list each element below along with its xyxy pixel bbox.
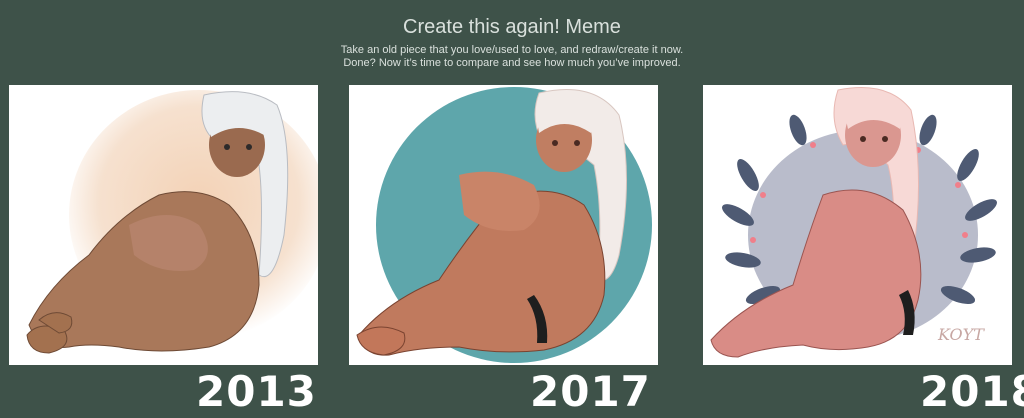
page-subtitle: Take an old piece that you love/used to … [0,44,1024,70]
subtitle-line-2: Done? Now it’s time to compare and see h… [343,57,681,69]
year-label-2018: 2018 [920,367,1024,416]
artwork-2018-illustration: KOYT [703,85,1012,365]
year-label-2017: 2017 [530,367,651,416]
artwork-2017 [349,85,658,365]
artwork-2018: KOYT [703,85,1012,365]
year-label-2013: 2013 [196,367,317,416]
artwork-2013-illustration [9,85,318,365]
artwork-2017-illustration [349,85,658,365]
signature-text: KOYT [937,325,985,344]
subtitle-line-1: Take an old piece that you love/used to … [340,44,684,56]
artwork-2013 [9,85,318,365]
page-title: Create this again! Meme [403,16,621,38]
